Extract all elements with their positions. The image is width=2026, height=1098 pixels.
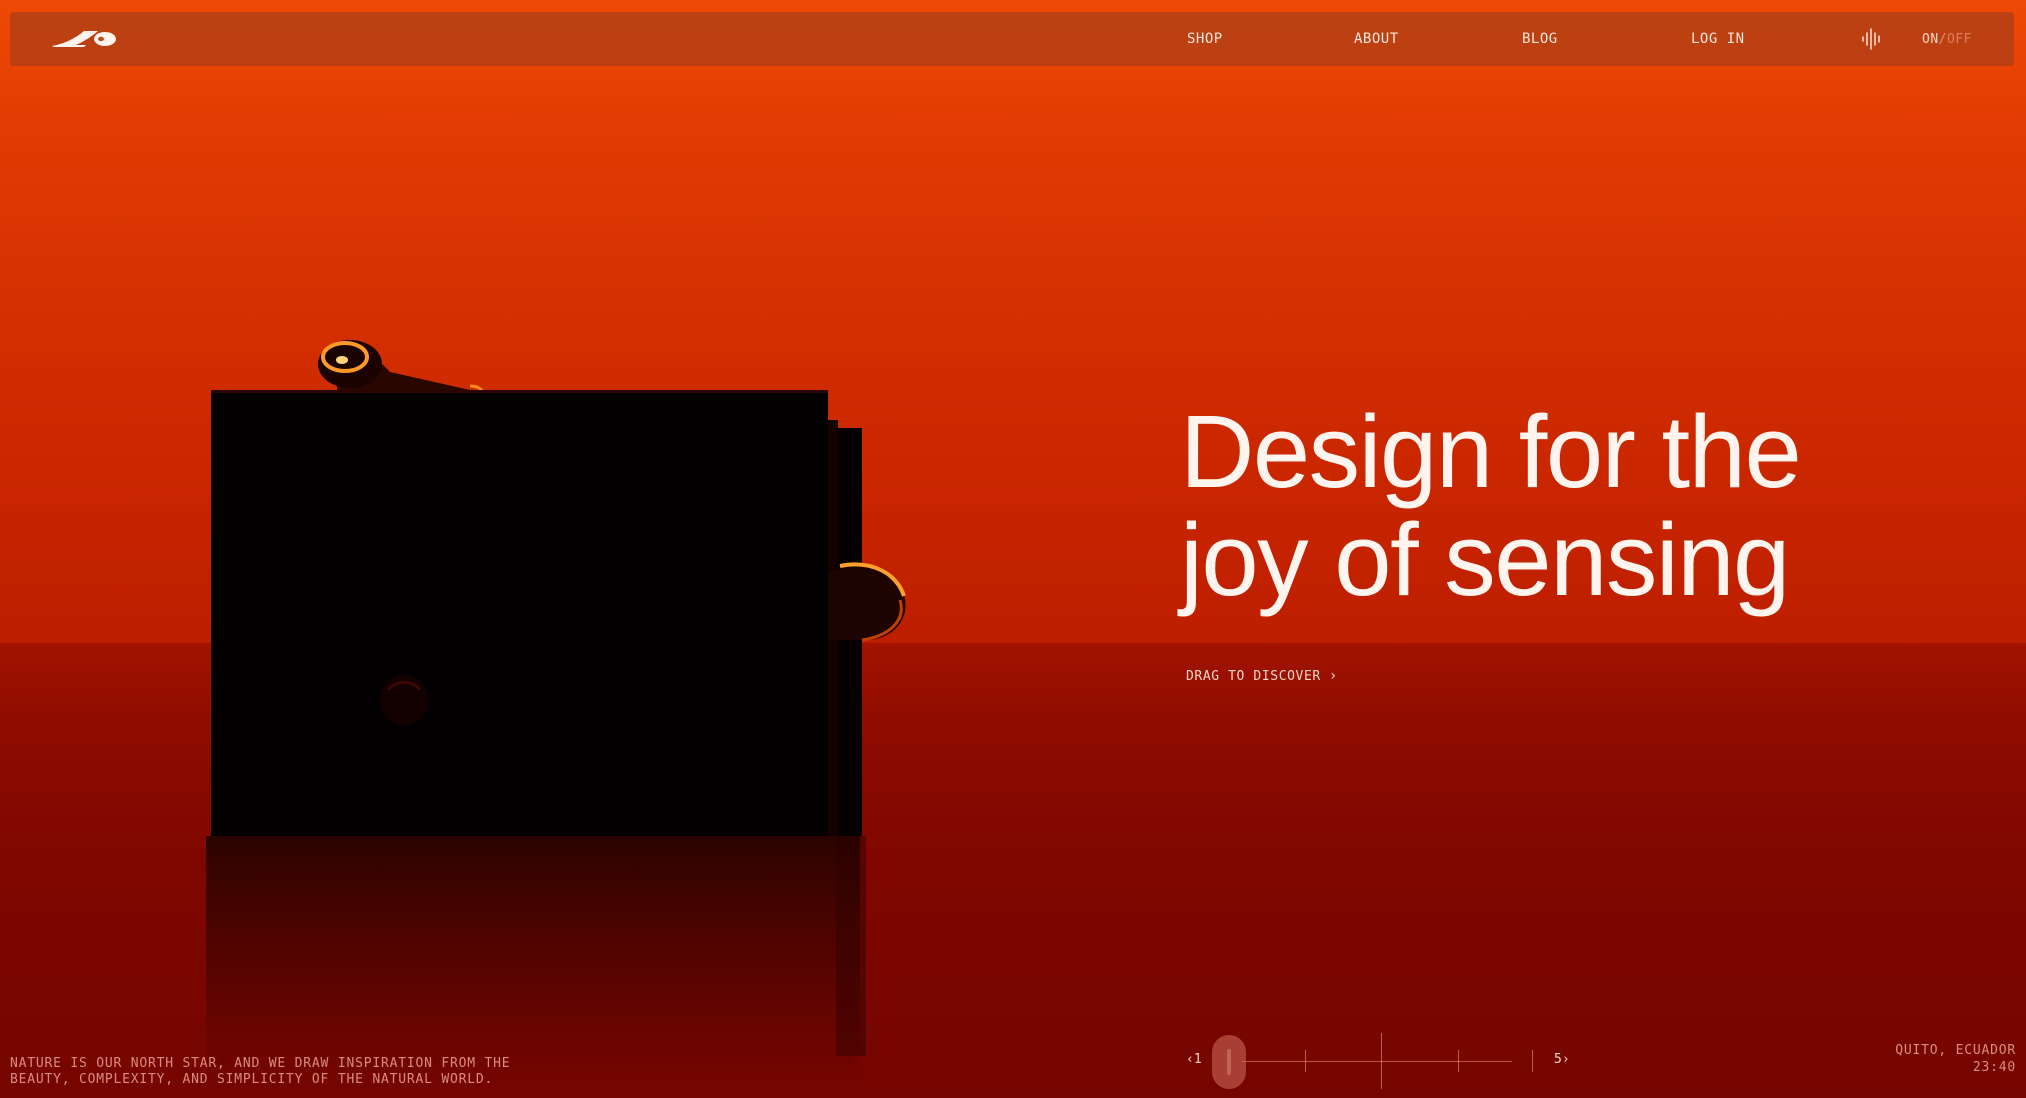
slider-handle[interactable] (1212, 1035, 1246, 1089)
cta-label: DRAG TO DISCOVER (1186, 669, 1321, 684)
tagline-line-2: BEAUTY, COMPLEXITY, AND SIMPLICITY OF TH… (10, 1072, 494, 1087)
toggle-on-label: ON (1922, 32, 1939, 47)
chevron-right-icon: › (1328, 668, 1338, 684)
slider-tick (1458, 1050, 1459, 1072)
nav-link-blog[interactable]: BLOG (1522, 31, 1558, 47)
slider-tick (1532, 1050, 1533, 1072)
location-city: QUITO, ECUADOR (1895, 1043, 2016, 1058)
slider-track[interactable] (1242, 1061, 1512, 1062)
sound-toggle[interactable]: ON/OFF (1922, 32, 1972, 47)
headline-line-2: joy of sensing (1180, 502, 1790, 617)
brand-logo[interactable] (50, 26, 120, 52)
drag-to-discover-link[interactable]: DRAG TO DISCOVER › (1186, 668, 1338, 684)
brand-tagline: NATURE IS OUR NORTH STAR, AND WE DRAW IN… (10, 1056, 510, 1088)
toggle-separator: / (1938, 32, 1947, 47)
slider-next-button[interactable]: 5› (1554, 1052, 1570, 1067)
nav-link-shop[interactable]: SHOP (1187, 31, 1223, 47)
nav-link-login[interactable]: LOG IN (1691, 31, 1745, 47)
location-clock: QUITO, ECUADOR 23:40 (1895, 1042, 2016, 1076)
tagline-line-1: NATURE IS OUR NORTH STAR, AND WE DRAW IN… (10, 1056, 511, 1071)
top-nav: SHOP ABOUT BLOG LOG IN ON/OFF (10, 12, 2014, 66)
headline-line-1: Design for the (1180, 394, 1802, 509)
location-time: 23:40 (1972, 1060, 2016, 1075)
slider-prev-button[interactable]: ‹1 (1186, 1052, 1202, 1067)
sound-wave-icon[interactable] (1860, 27, 1884, 51)
hero-headline: Design for the joy of sensing (1180, 394, 1802, 617)
slider-tick (1381, 1033, 1382, 1089)
slider-tick (1305, 1050, 1306, 1072)
slide-slider: ‹1 5› (1180, 1030, 1580, 1090)
toggle-off-label: OFF (1946, 32, 1972, 47)
nav-link-about[interactable]: ABOUT (1354, 31, 1399, 47)
